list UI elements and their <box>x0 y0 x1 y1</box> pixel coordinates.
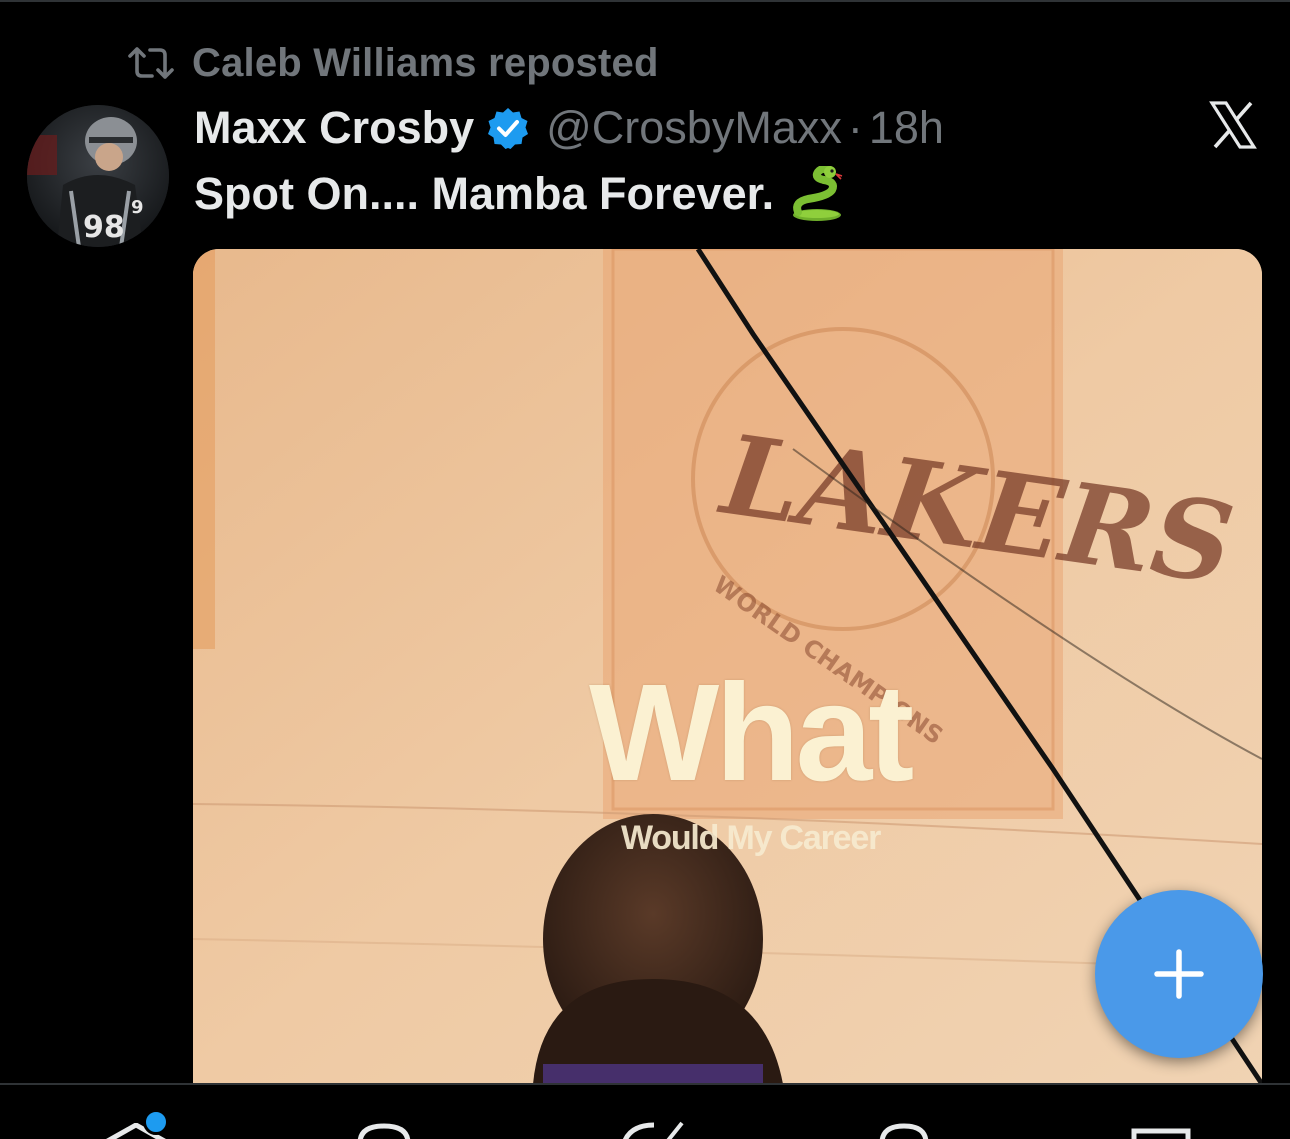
communities-icon[interactable] <box>878 1123 930 1139</box>
repost-label: Caleb Williams reposted <box>192 40 659 85</box>
verified-badge-icon[interactable] <box>486 106 530 150</box>
repost-context[interactable]: Caleb Williams reposted <box>128 38 659 88</box>
search-icon[interactable] <box>356 1123 412 1139</box>
home-notification-dot <box>143 1109 169 1135</box>
repost-icon <box>128 47 174 79</box>
tweet-text: Spot On.... Mamba Forever. <box>194 164 846 224</box>
timestamp[interactable]: 18h <box>869 102 944 154</box>
svg-text:98: 98 <box>83 210 125 245</box>
snake-emoji-icon <box>793 166 843 221</box>
mail-icon[interactable] <box>1130 1127 1192 1139</box>
x-logo-icon[interactable] <box>1208 100 1258 150</box>
avatar[interactable]: 98 9 <box>27 105 169 247</box>
separator-dot: · <box>847 102 863 153</box>
author-handle[interactable]: @CrosbyMaxx <box>546 102 842 154</box>
display-name[interactable]: Maxx Crosby <box>194 102 474 154</box>
svg-text:9: 9 <box>131 197 144 218</box>
video-caption-main: What <box>589 656 914 810</box>
plus-icon <box>1154 949 1204 999</box>
tweet-header: Maxx Crosby @CrosbyMaxx · 18h <box>194 98 944 158</box>
video-caption-sub: Would My Career <box>621 819 881 857</box>
tweet-body: Spot On.... Mamba Forever. <box>194 168 775 219</box>
bottom-nav <box>0 1085 1290 1139</box>
top-divider <box>0 0 1290 2</box>
grok-icon[interactable] <box>620 1121 684 1139</box>
avatar-image: 98 9 <box>27 105 169 247</box>
compose-fab-button[interactable] <box>1095 890 1263 1058</box>
